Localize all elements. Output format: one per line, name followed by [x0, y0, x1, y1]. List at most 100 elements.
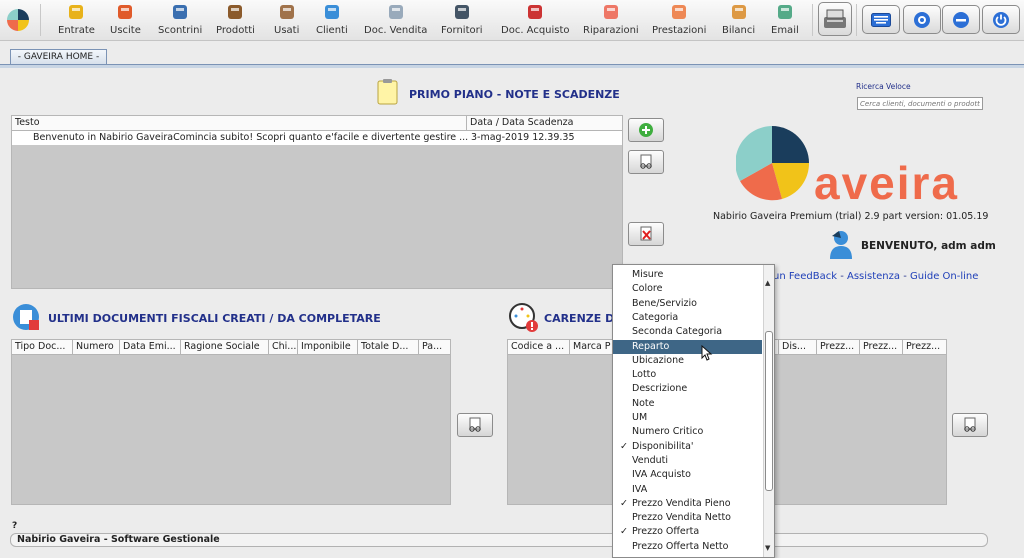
toolbar-button-fornitori[interactable]: Fornitori: [441, 1, 483, 39]
notes-table: Testo Data / Data Scadenza Benvenuto in …: [11, 115, 623, 289]
notes-table-header: Testo Data / Data Scadenza: [12, 116, 622, 131]
column-header[interactable]: Codice a ...: [508, 340, 570, 354]
column-header[interactable]: Numero: [73, 340, 120, 354]
coin-down-icon: [115, 2, 135, 22]
menu-item[interactable]: Prezzo Offerta Netto: [613, 540, 762, 554]
menu-item[interactable]: ✓ Prezzo Offerta: [613, 525, 762, 539]
menu-item[interactable]: Prezzo Vendita Netto: [613, 511, 762, 525]
menu-item[interactable]: Venduti: [613, 454, 762, 468]
menu-item[interactable]: Colore: [613, 282, 762, 296]
printer-icon: [601, 2, 621, 22]
menu-item[interactable]: Categoria: [613, 311, 762, 325]
gear-icon: [914, 11, 930, 28]
open-shortage-button[interactable]: [952, 413, 988, 437]
column-visibility-menu: Misure Colore Bene/Servizio Categoria Second…: [612, 264, 775, 558]
menu-item-label: IVA Acquisto: [632, 469, 691, 481]
menu-item[interactable]: IVA Acquisto: [613, 468, 762, 482]
power-button[interactable]: [982, 5, 1020, 34]
gaveira-logo: aveira: [735, 125, 976, 209]
column-header[interactable]: Ragione Sociale: [181, 340, 269, 354]
toolbar-button-scontrini[interactable]: Scontrini: [158, 1, 202, 39]
menu-item[interactable]: UM: [613, 411, 762, 425]
assistance-link[interactable]: Assistenza: [847, 271, 900, 282]
scroll-down-arrow[interactable]: ▼: [765, 544, 770, 552]
toolbar-button-label: Doc. Acquisto: [501, 25, 570, 36]
toolbar-button-label: Clienti: [316, 25, 348, 36]
column-header[interactable]: Data / Data Scadenza: [467, 116, 622, 130]
menu-item-label: Prezzo Offerta: [632, 526, 700, 538]
coin-up-icon: [66, 2, 86, 22]
delete-note-button[interactable]: [628, 222, 664, 246]
search-input[interactable]: [857, 97, 983, 110]
menu-item[interactable]: Descrizione: [613, 382, 762, 396]
menu-item-label: Numero Critico: [632, 426, 704, 438]
menu-item-label: IVA: [632, 483, 648, 495]
app-logo-icon[interactable]: [6, 8, 30, 32]
toolbar-button-doc-vendita[interactable]: Doc. Vendita: [364, 1, 427, 39]
column-header[interactable]: Chi...: [269, 340, 298, 354]
toolbar-button-entrate[interactable]: Entrate: [58, 1, 95, 39]
tab-gaveira-home[interactable]: - GAVEIRA HOME -: [10, 49, 107, 65]
cash-register-button[interactable]: [818, 2, 852, 36]
menu-item-label: Categoria: [632, 311, 679, 323]
menu-scrollbar[interactable]: ▲ ▼: [763, 265, 774, 557]
keyboard-button[interactable]: [862, 5, 900, 34]
menu-item[interactable]: ✓ Disponibilita': [613, 440, 762, 454]
column-header[interactable]: Prezz...: [860, 340, 903, 354]
toolbar-button-label: Doc. Vendita: [364, 25, 428, 36]
column-header[interactable]: Prezz...: [817, 340, 860, 354]
power-icon: [993, 11, 1009, 28]
column-header[interactable]: Imponibile: [298, 340, 358, 354]
toolbar-button-label: Usati: [274, 25, 300, 36]
toolbar-button-label: Uscite: [110, 25, 141, 36]
toolbar-separator: [812, 4, 813, 36]
menu-item[interactable]: Seconda Categoria: [613, 325, 762, 339]
column-header[interactable]: Data Emi...: [120, 340, 181, 354]
menu-item[interactable]: IVA: [613, 483, 762, 497]
user-icon: [322, 2, 342, 22]
menu-item[interactable]: Reparto: [613, 339, 762, 354]
add-note-button[interactable]: [628, 118, 664, 142]
service-icon: [669, 2, 689, 22]
menu-item-label: Reparto: [632, 340, 670, 352]
minimize-icon: [953, 11, 969, 28]
menu-item[interactable]: Note: [613, 397, 762, 411]
toolbar-button-clienti[interactable]: Clienti: [316, 1, 348, 39]
settings-button[interactable]: [903, 5, 941, 34]
column-header[interactable]: Pa...: [419, 340, 450, 354]
mouse-cursor-icon: [701, 344, 713, 361]
open-note-button[interactable]: [628, 150, 664, 174]
column-header[interactable]: Testo: [12, 116, 467, 130]
guides-link[interactable]: Guide On-line: [910, 271, 978, 282]
menu-item[interactable]: ✓ Prezzo Vendita Pieno: [613, 497, 762, 511]
open-document-button[interactable]: [457, 413, 493, 437]
scroll-thumb[interactable]: [765, 331, 773, 491]
menu-item-label: Prezzo Vendita Netto: [632, 512, 731, 524]
toolbar-button-bilanci[interactable]: Bilanci: [722, 1, 755, 39]
toolbar-button-usati[interactable]: Usati: [274, 1, 299, 39]
toolbar-button-email[interactable]: Email: [771, 1, 799, 39]
column-header[interactable]: Dis...: [779, 340, 817, 354]
minimize-button[interactable]: [942, 5, 980, 34]
column-header[interactable]: Prezz...: [903, 340, 946, 354]
menu-item[interactable]: Numero Critico: [613, 425, 762, 439]
column-header[interactable]: Tipo Doc...: [12, 340, 73, 354]
help-mark[interactable]: ?: [12, 521, 17, 531]
version-text: Nabirio Gaveira Premium (trial) 2.9 part…: [713, 211, 989, 222]
scroll-up-arrow[interactable]: ▲: [765, 279, 770, 287]
menu-item[interactable]: Misure: [613, 268, 762, 282]
menu-item[interactable]: Bene/Servizio: [613, 297, 762, 311]
menu-item[interactable]: Lotto: [613, 368, 762, 382]
feedback-link[interactable]: un FeedBack: [773, 271, 837, 282]
toolbar-button-prodotti[interactable]: Prodotti: [216, 1, 255, 39]
column-header[interactable]: Totale D...: [358, 340, 419, 354]
menu-item-label: Colore: [632, 283, 663, 295]
toolbar-button-uscite[interactable]: Uscite: [110, 1, 141, 39]
toolbar-button-riparazioni[interactable]: Riparazioni: [583, 1, 639, 39]
toolbar-button-doc-acquisto[interactable]: Doc. Acquisto: [501, 1, 570, 39]
document-glasses-icon: [964, 417, 976, 432]
toolbar-button-label: Fornitori: [441, 25, 483, 36]
menu-item[interactable]: Ubicazione: [613, 354, 762, 368]
table-row[interactable]: Benvenuto in Nabirio GaveiraComincia sub…: [12, 131, 622, 145]
toolbar-button-prestazioni[interactable]: Prestazioni: [652, 1, 706, 39]
